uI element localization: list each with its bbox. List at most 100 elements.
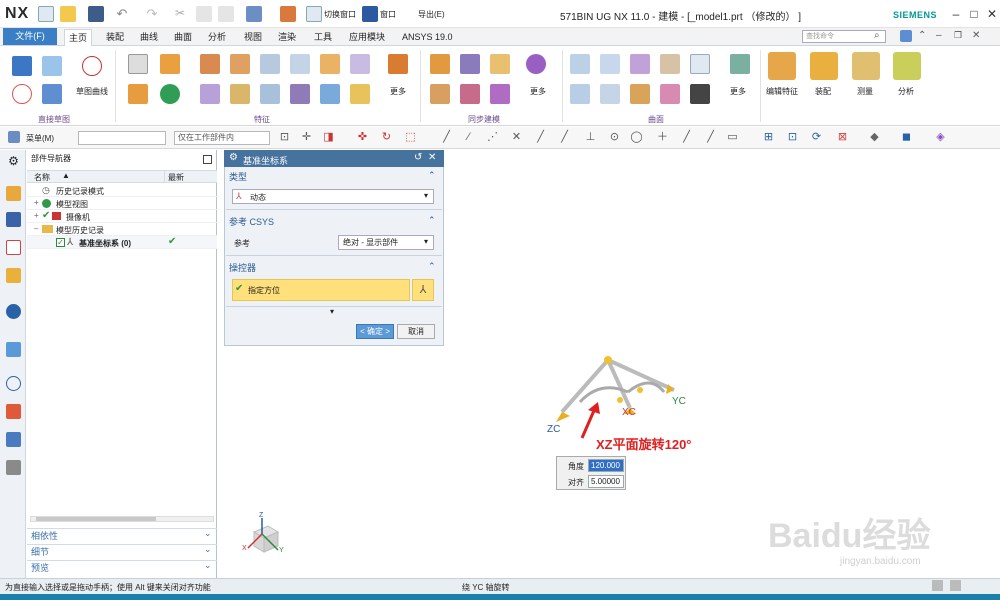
sketch-curve-button[interactable]: 草图曲线 [76,86,108,97]
assembly-button[interactable]: 装配 [815,86,831,97]
surface-more-button[interactable]: 更多 [730,86,746,97]
delete-face-icon[interactable] [430,84,450,104]
reference-csys-section-header[interactable]: 参考 CSYS [229,215,439,229]
clock-icon[interactable] [6,376,21,391]
through-curve-mesh-icon[interactable] [570,84,590,104]
bounded-plane-icon[interactable] [600,84,620,104]
snap-on-face-icon[interactable]: ╱ [704,131,717,144]
pull-face-icon[interactable] [460,54,480,74]
paste-icon[interactable] [218,6,234,22]
circle-icon[interactable] [12,84,32,104]
pattern-icon[interactable] [320,54,340,74]
select-filter-icon[interactable]: ◨ [322,131,335,144]
dropdown-arrow-icon[interactable]: ▾ [424,237,428,246]
dialog-reset-icon[interactable]: ↺ [414,152,422,163]
chamfer-icon[interactable] [260,84,280,104]
switch-window-icon[interactable] [306,6,322,22]
chevron-up-icon[interactable]: ⌃ [428,170,436,181]
assembly-icon[interactable] [810,52,838,80]
sweep-icon[interactable] [200,84,220,104]
help-icon[interactable] [900,30,912,42]
origin-handle[interactable] [604,356,612,364]
status-fullscreen-icon[interactable] [950,580,961,591]
assembly-navigator-icon[interactable] [6,186,21,201]
snap-input[interactable]: 5.00000 [588,475,624,488]
touch-mode-icon[interactable] [280,6,296,22]
extrude-icon[interactable] [160,54,180,74]
snap-line-icon[interactable]: ╱ [534,131,547,144]
snap-point-icon[interactable]: ＋ [656,131,669,144]
measure-button[interactable]: 测量 [857,86,873,97]
scrollbar-thumb[interactable] [36,517,156,521]
chevron-up-icon[interactable]: ⌃ [428,215,436,226]
tab-view[interactable]: 视图 [240,29,266,46]
search-icon[interactable]: ⌕ [874,30,880,41]
snap-center-icon[interactable]: ⊙ [608,131,621,144]
trim-body-icon[interactable] [290,84,310,104]
cylinder-icon[interactable] [230,54,250,74]
maximize-icon[interactable]: □ [966,6,982,22]
chevron-down-icon[interactable]: ⌄ [204,528,212,539]
sew-icon[interactable] [690,84,710,104]
reuse-library-icon[interactable] [6,268,21,283]
status-layout-icon[interactable] [932,580,943,591]
measure-icon[interactable] [852,52,880,80]
type-filter-select[interactable] [78,131,166,145]
web-browser-icon[interactable] [6,304,21,319]
menu-button[interactable]: 菜单(M) [26,133,54,144]
offset-region-icon[interactable] [490,54,510,74]
tab-analysis[interactable]: 分析 [204,29,230,46]
tab-render[interactable]: 渲染 [274,29,300,46]
ruled-surface-icon[interactable] [690,54,710,74]
point-icon[interactable] [82,56,102,76]
n-sided-surface-icon[interactable] [660,54,680,74]
doc-close-icon[interactable]: ✕ [972,30,980,41]
zc-arrowhead[interactable] [556,412,570,422]
tab-applications[interactable]: 应用模块 [345,29,389,46]
snap-on-curve-icon[interactable]: ╱ [680,131,693,144]
zoom-icon[interactable]: ⊡ [786,131,799,144]
redo-icon[interactable]: ↷ [144,6,160,22]
replace-face-icon[interactable] [526,54,546,74]
csys-manipulator[interactable] [540,350,700,440]
orient-view-icon[interactable]: ⊠ [836,131,849,144]
offset-surface-icon[interactable] [630,84,650,104]
dependencies-panel-header[interactable]: 相依性 [27,528,217,542]
boss-icon[interactable] [290,54,310,74]
block-icon[interactable] [200,54,220,74]
new-file-icon[interactable] [38,6,54,22]
edit-feature-icon[interactable] [768,52,796,80]
shell-icon[interactable] [388,54,408,74]
undo-icon[interactable]: ↶ [114,6,130,22]
rotation-handle[interactable] [617,397,623,403]
csys-dialog-icon[interactable]: ⅄ [412,279,434,301]
expand-icon[interactable]: + [34,198,39,207]
snap-intersection-icon[interactable]: ✕ [510,131,523,144]
minimize-icon[interactable]: – [948,6,964,22]
select-icon[interactable]: ✛ [300,131,313,144]
ribbon-collapse-icon[interactable]: ⌃ [918,30,926,41]
snap-endpoint-icon[interactable]: ╱ [440,131,453,144]
tab-surface[interactable]: 曲面 [170,29,196,46]
repeat-command-icon[interactable] [246,6,262,22]
tab-curve[interactable]: 曲线 [136,29,162,46]
window-menu[interactable]: 窗口 [380,9,396,20]
ok-button[interactable]: < 确定 > [356,324,394,339]
tab-assembly[interactable]: 装配 [102,29,128,46]
patch-icon[interactable] [730,54,750,74]
close-icon[interactable]: ✕ [984,6,1000,22]
rotation-handle[interactable] [637,387,643,393]
open-folder-icon[interactable] [60,6,76,22]
cut-icon[interactable]: ✂ [172,6,188,22]
studio-surface-icon[interactable] [600,54,620,74]
save-icon[interactable] [88,6,104,22]
snap-tangent-icon[interactable]: ╱ [558,131,571,144]
chevron-up-icon[interactable]: ⌃ [428,261,436,272]
split-body-icon[interactable] [320,84,340,104]
column-name-header[interactable]: 名称 [34,172,50,183]
resize-blend-icon[interactable] [460,84,480,104]
analysis-icon[interactable] [893,52,921,80]
fit-view-icon[interactable]: ⊞ [762,131,775,144]
feature-more-button[interactable]: 更多 [390,86,406,97]
dialog-close-icon[interactable]: ✕ [428,152,436,163]
